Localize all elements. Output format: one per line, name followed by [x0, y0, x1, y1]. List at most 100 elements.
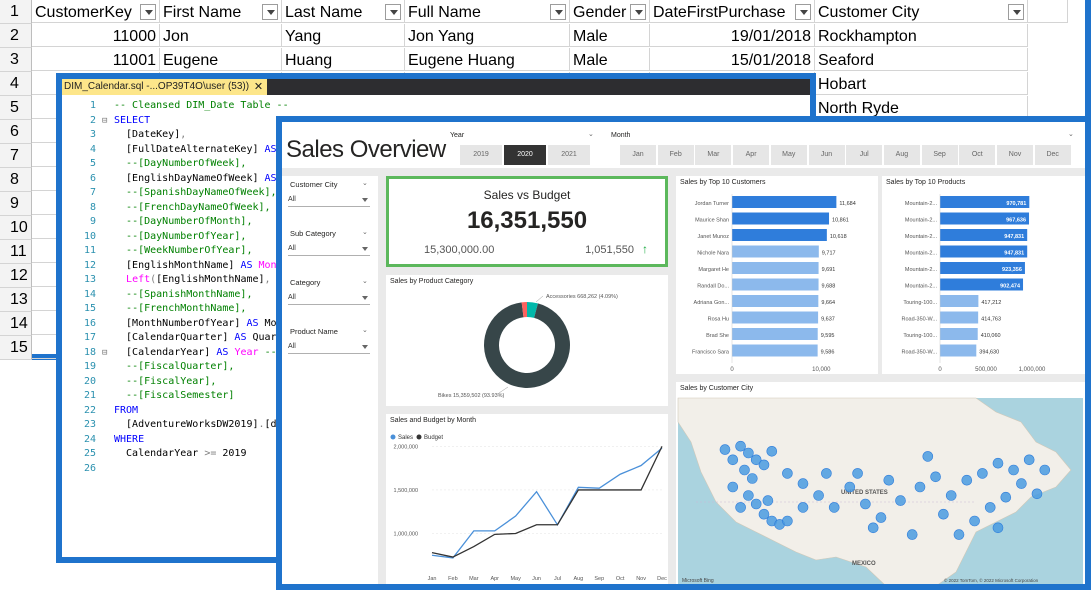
month-button-sep[interactable]: Sep: [921, 145, 958, 165]
city-bubble[interactable]: [1039, 464, 1051, 476]
month-button-mar[interactable]: Mar: [695, 145, 732, 165]
year-button-2020[interactable]: 2020: [504, 145, 546, 165]
city-bubble[interactable]: [984, 502, 996, 513]
slicer-chevron-icon[interactable]: ⌄: [362, 277, 368, 285]
collapse-icon[interactable]: ⊟: [102, 346, 107, 361]
city-bubble[interactable]: [727, 481, 739, 493]
customers-bar-card[interactable]: Sales by Top 10 Customers Jordan Turner 1…: [676, 176, 878, 374]
month-button-nov[interactable]: Nov: [997, 145, 1033, 165]
city-bubble[interactable]: [945, 490, 957, 501]
table-cell[interactable]: 11001: [32, 48, 160, 71]
collapse-icon[interactable]: ⊟: [102, 114, 107, 129]
products-bar-card[interactable]: Sales by Top 10 Products Mountain-2... 97…: [882, 176, 1085, 374]
month-button-aug[interactable]: Aug: [883, 145, 920, 165]
city-bubble-map[interactable]: UNITED STATESMEXICOMicrosoft Bing © 2022 …: [676, 382, 1085, 584]
table-cell[interactable]: 11000: [32, 24, 160, 47]
close-tab-icon[interactable]: ✕: [254, 79, 263, 95]
bar[interactable]: [940, 295, 979, 307]
table-cell[interactable]: Seaford: [815, 48, 1028, 71]
bar[interactable]: [940, 344, 977, 357]
filter-dropdown-icon[interactable]: [630, 4, 646, 20]
city-bubble[interactable]: [719, 444, 731, 455]
city-bubble[interactable]: [727, 454, 739, 466]
city-bubble[interactable]: [867, 522, 879, 534]
slicer-dropdown[interactable]: All: [288, 243, 370, 256]
city-bubble[interactable]: [977, 468, 988, 479]
city-bubble[interactable]: [782, 468, 793, 479]
city-bubble[interactable]: [1008, 464, 1019, 476]
city-bubble[interactable]: [758, 508, 770, 520]
slicer-chevron-icon[interactable]: ⌄: [362, 326, 368, 334]
table-cell[interactable]: 15/01/2018: [650, 48, 815, 71]
bar[interactable]: [732, 328, 818, 340]
city-bubble[interactable]: [922, 451, 934, 462]
table-cell[interactable]: 19/01/2018: [650, 24, 815, 47]
bar[interactable]: [732, 212, 830, 225]
table-cell[interactable]: Yang: [282, 24, 405, 47]
city-bubble[interactable]: [821, 468, 832, 479]
city-bubble[interactable]: [852, 468, 863, 479]
city-bubble[interactable]: [750, 498, 762, 510]
table-cell[interactable]: Male: [570, 48, 650, 71]
bar[interactable]: [732, 311, 819, 324]
city-bubble[interactable]: [813, 490, 824, 501]
map-card[interactable]: Sales by Customer City UNITED STATES MEXI…: [676, 382, 1085, 584]
city-bubble[interactable]: [766, 446, 778, 457]
bar[interactable]: [940, 311, 979, 324]
month-slicer-chevron-icon[interactable]: ⌄: [1068, 130, 1074, 138]
slicer-dropdown[interactable]: All: [288, 341, 370, 354]
month-button-oct[interactable]: Oct: [959, 145, 996, 165]
month-button-feb[interactable]: Feb: [657, 145, 694, 165]
year-button-2019[interactable]: 2019: [460, 145, 502, 165]
city-bubble[interactable]: [938, 508, 949, 520]
slicer-dropdown[interactable]: All: [288, 292, 370, 305]
city-bubble[interactable]: [762, 495, 774, 506]
slicer-chevron-icon[interactable]: ⌄: [362, 228, 368, 236]
city-bubble[interactable]: [992, 522, 1004, 534]
city-bubble[interactable]: [969, 515, 980, 527]
city-bubble[interactable]: [860, 498, 871, 510]
bar[interactable]: [732, 295, 819, 307]
month-button-dec[interactable]: Dec: [1034, 145, 1071, 165]
slicer-dropdown[interactable]: All: [288, 194, 370, 207]
table-cell[interactable]: Hobart: [815, 72, 1028, 95]
city-bubble[interactable]: [844, 481, 856, 493]
bar[interactable]: [940, 328, 978, 340]
city-bubble[interactable]: [1000, 491, 1012, 503]
filter-dropdown-icon[interactable]: [795, 4, 811, 20]
city-bubble[interactable]: [1023, 454, 1035, 466]
city-bubble[interactable]: [961, 474, 973, 486]
city-bubble[interactable]: [743, 447, 754, 459]
city-bubble[interactable]: [914, 481, 926, 493]
city-bubble[interactable]: [1016, 478, 1027, 489]
table-cell[interactable]: Rockhampton: [815, 24, 1028, 47]
month-button-may[interactable]: May: [770, 145, 807, 165]
city-bubble[interactable]: [992, 457, 1004, 469]
city-bubble[interactable]: [797, 478, 809, 489]
city-bubble[interactable]: [735, 440, 746, 452]
bar[interactable]: [732, 245, 819, 258]
city-bubble[interactable]: [828, 502, 840, 513]
table-cell[interactable]: Huang: [282, 48, 405, 71]
line-series-sales[interactable]: [431, 447, 663, 559]
city-bubble[interactable]: [743, 490, 754, 501]
city-bubble[interactable]: [782, 515, 793, 527]
table-cell[interactable]: Eugene: [160, 48, 282, 71]
table-cell[interactable]: Eugene Huang: [405, 48, 570, 71]
filter-dropdown-icon[interactable]: [140, 4, 156, 20]
year-button-2021[interactable]: 2021: [548, 145, 590, 165]
city-bubble[interactable]: [735, 502, 746, 513]
month-button-jan[interactable]: Jan: [620, 145, 656, 165]
table-cell[interactable]: Jon Yang: [405, 24, 570, 47]
filter-dropdown-icon[interactable]: [1008, 4, 1024, 20]
month-button-apr[interactable]: Apr: [733, 145, 770, 165]
bar[interactable]: [732, 196, 837, 208]
bar[interactable]: [732, 278, 819, 291]
filter-dropdown-icon[interactable]: [550, 4, 566, 20]
slicer-chevron-icon[interactable]: ⌄: [362, 179, 368, 187]
city-bubble[interactable]: [1031, 488, 1043, 500]
table-cell[interactable]: Jon: [160, 24, 282, 47]
city-bubble[interactable]: [895, 495, 906, 506]
bar[interactable]: [732, 344, 818, 357]
month-button-jul[interactable]: Jul: [846, 145, 883, 165]
